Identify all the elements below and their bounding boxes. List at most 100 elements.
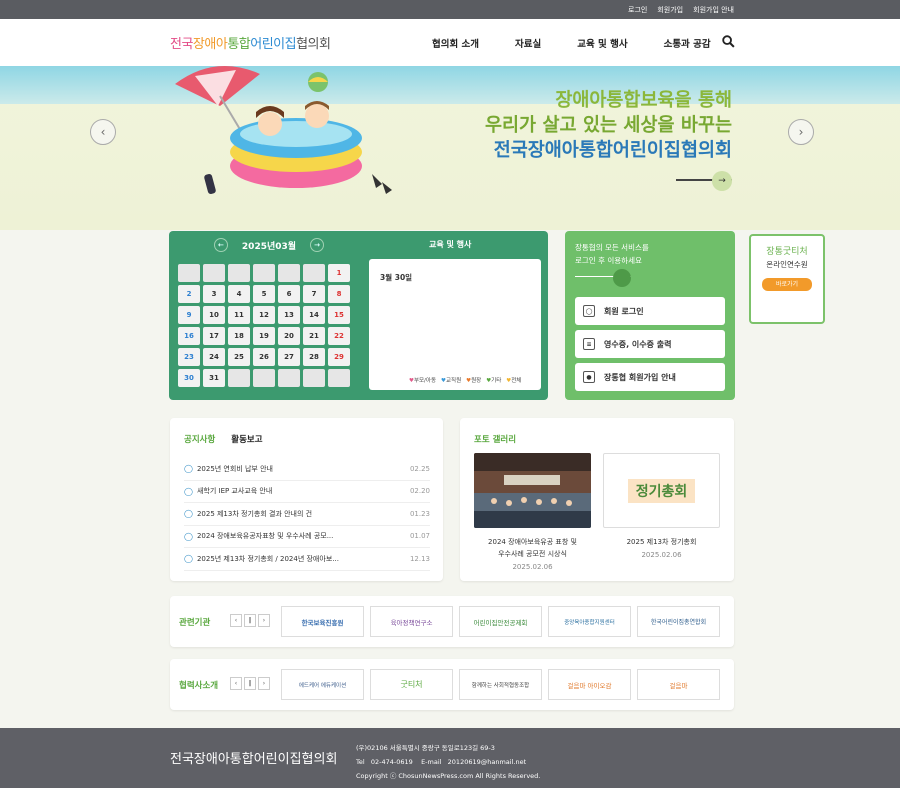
calendar-day[interactable]: 29: [328, 348, 350, 366]
calendar-day[interactable]: 31: [203, 369, 225, 387]
org-logo[interactable]: 중앙육아종합지원센터: [548, 606, 631, 637]
login-link[interactable]: 로그인: [628, 5, 647, 15]
calendar-day[interactable]: 13: [278, 306, 300, 324]
lock-icon: ◯: [583, 305, 595, 317]
next-button[interactable]: ›: [258, 614, 270, 627]
legend-item: ♥부모/아동: [409, 376, 436, 384]
org-logo[interactable]: 한국어린이집총연합회: [637, 606, 720, 637]
calendar-day[interactable]: 1: [328, 264, 350, 282]
pause-button[interactable]: ‖: [244, 677, 256, 690]
org-logo[interactable]: 어린이집안전공제회: [459, 606, 542, 637]
calendar-day[interactable]: 22: [328, 327, 350, 345]
calendar-empty-cell: [278, 264, 300, 282]
calendar-day[interactable]: 15: [328, 306, 350, 324]
calendar-day[interactable]: 17: [203, 327, 225, 345]
pause-button[interactable]: ‖: [244, 614, 256, 627]
nav-item-events[interactable]: 교육 및 행사: [577, 36, 627, 50]
notice-item[interactable]: ◯ 새학기 IEP 교사교육 안내 02.20: [184, 481, 430, 503]
calendar-day[interactable]: 2: [178, 285, 200, 303]
calendar-day[interactable]: 24: [203, 348, 225, 366]
site-logo[interactable]: 전국장애아통합어린이집협의회: [170, 33, 331, 52]
calendar-day[interactable]: 5: [253, 285, 275, 303]
partner-logo[interactable]: 굿티처: [370, 669, 453, 700]
button-label: 장통협 회원가입 안내: [604, 372, 676, 382]
calendar-day[interactable]: 30: [178, 369, 200, 387]
notice-tabs: 공지사항 활동보고: [184, 433, 263, 445]
legend-label: 기타: [491, 378, 502, 384]
calendar-day[interactable]: 28: [303, 348, 325, 366]
notice-item[interactable]: ◯ 2024 장애보육유공자표창 및 우수사례 공모... 01.07: [184, 526, 430, 548]
arrow-right-icon: →: [718, 176, 726, 186]
notice-item[interactable]: ◯ 2025 제13차 정기총회 결과 안내의 건 01.23: [184, 503, 430, 526]
top-utility-bar: 로그인 회원가입 회원가입 안내: [0, 0, 900, 19]
next-button[interactable]: ›: [258, 677, 270, 690]
partner-logo[interactable]: 함께하는 사회적협동조합: [459, 669, 542, 700]
partner-logo[interactable]: 걸음마 아이오감: [548, 669, 631, 700]
calendar-day[interactable]: 8: [328, 285, 350, 303]
calendar-day[interactable]: 26: [253, 348, 275, 366]
calendar-day[interactable]: 25: [228, 348, 250, 366]
prev-button[interactable]: ‹: [230, 677, 242, 690]
calendar-day[interactable]: 19: [253, 327, 275, 345]
calendar-day[interactable]: 21: [303, 327, 325, 345]
calendar-day[interactable]: 16: [178, 327, 200, 345]
nav-item-resources[interactable]: 자료실: [515, 36, 541, 50]
assembly-image-text: 정기총회: [627, 478, 696, 503]
signup-guide-button[interactable]: ● 장통협 회원가입 안내: [575, 363, 725, 391]
calendar-prev-month-button[interactable]: ←: [213, 238, 228, 252]
notice-list: ◯ 2025년 연회비 납부 안내 02.25 ◯ 새학기 IEP 교사교육 안내 02…: [184, 458, 430, 571]
gallery-photo-assembly: 정기총회: [603, 453, 720, 528]
events-legend: ♥부모/아동 ♥교직원 ♥원장 ♥기타 ♥전체: [409, 376, 521, 384]
calendar-day[interactable]: 14: [303, 306, 325, 324]
gallery-item[interactable]: 2024 장애아보육유공 표창 및 우수사례 공모전 시상식 2025.02.0…: [474, 453, 591, 571]
legend-item: ♥교직원: [441, 376, 461, 384]
notice-item[interactable]: ◯ 2025년 연회비 납부 안내 02.25: [184, 458, 430, 481]
calendar-day[interactable]: 10: [203, 306, 225, 324]
partners-logos: 에드케어 에듀케이션 굿티처 함께하는 사회적협동조합 걸음마 아이오감 걸음마: [281, 669, 720, 700]
tab-activity-report[interactable]: 활동보고: [231, 433, 262, 445]
hero-more-button[interactable]: →: [712, 171, 732, 191]
calendar-next-month-button[interactable]: →: [310, 238, 325, 252]
calendar-day[interactable]: 11: [228, 306, 250, 324]
hero-line-2: 우리가 살고 있는 세상을 바꾸는: [484, 115, 732, 136]
signup-guide-link[interactable]: 회원가입 안내: [693, 5, 734, 15]
speech-bubble-icon: ◯: [184, 464, 193, 474]
receipt-print-button[interactable]: ≡ 영수증, 이수증 출력: [575, 330, 725, 358]
legend-item: ♥기타: [486, 376, 501, 384]
calendar-day[interactable]: 3: [203, 285, 225, 303]
notice-title: 새학기 IEP 교사교육 안내: [196, 487, 273, 496]
prev-button[interactable]: ‹: [230, 614, 242, 627]
arrow-right-icon: →: [314, 241, 320, 249]
hero-next-button[interactable]: ›: [788, 119, 814, 145]
calendar-day[interactable]: 23: [178, 348, 200, 366]
signup-link[interactable]: 회원가입: [657, 5, 683, 15]
calendar-day[interactable]: 4: [228, 285, 250, 303]
calendar-day[interactable]: 20: [278, 327, 300, 345]
nav-item-about[interactable]: 협의회 소개: [432, 36, 479, 50]
partner-logo[interactable]: 걸음마: [637, 669, 720, 700]
calendar-day[interactable]: 6: [278, 285, 300, 303]
member-login-button[interactable]: ◯ 회원 로그인: [575, 297, 725, 325]
notice-item[interactable]: ◯ 2025년 제13차 정기총회 / 2024년 장애아보... 12.13: [184, 548, 430, 571]
calendar-day[interactable]: 27: [278, 348, 300, 366]
calendar-day[interactable]: 18: [228, 327, 250, 345]
side-banner-go-button[interactable]: 바로가기: [762, 278, 812, 291]
hero-prev-button[interactable]: ‹: [90, 119, 116, 145]
partner-name: 함께하는 사회적협동조합: [471, 682, 530, 689]
org-logo[interactable]: 육아정책연구소: [370, 606, 453, 637]
org-logo[interactable]: 한국보육진흥원: [281, 606, 364, 637]
footer-email-label: E-mail: [421, 758, 442, 766]
partner-logo[interactable]: 에드케어 에듀케이션: [281, 669, 364, 700]
gallery-item[interactable]: 정기총회 2025 제13차 정기총회 2025.02.06: [603, 453, 720, 559]
side-banner-online-training[interactable]: 장통굿티처 온라인연수원 바로가기: [749, 234, 825, 324]
member-card-icon: ●: [583, 371, 595, 383]
search-icon[interactable]: [722, 35, 735, 48]
gallery-photo-ceremony: [474, 453, 591, 528]
nav-item-community[interactable]: 소통과 공감: [664, 36, 711, 50]
calendar-day[interactable]: 12: [253, 306, 275, 324]
tab-notice[interactable]: 공지사항: [184, 433, 215, 445]
logo-part: 통합: [227, 37, 251, 52]
login-description: 장통협의 모든 서비스를 로그인 후 이용하세요: [575, 241, 649, 267]
calendar-day[interactable]: 9: [178, 306, 200, 324]
calendar-day[interactable]: 7: [303, 285, 325, 303]
